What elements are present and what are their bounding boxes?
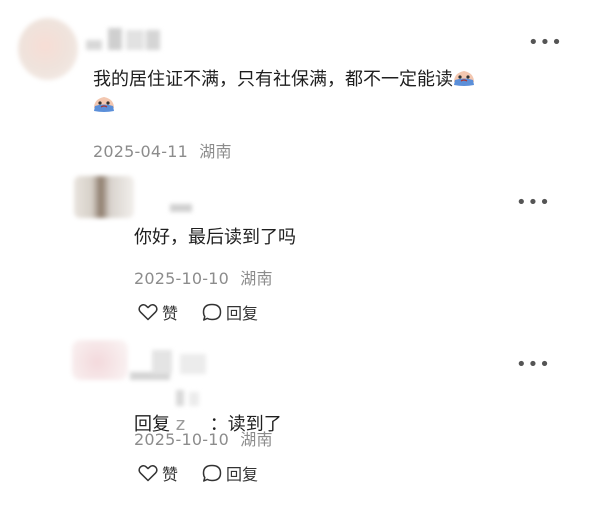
- like-button[interactable]: 赞: [138, 300, 178, 324]
- reply-text: 你好，最后读到了吗: [134, 227, 296, 248]
- comment-text: 我的居住证不满，只有社保满，都不一定能读: [93, 67, 553, 119]
- heart-icon: [138, 303, 158, 321]
- reply-username[interactable]: [170, 204, 192, 212]
- more-dots-icon: •••: [516, 354, 551, 375]
- more-dots-icon: •••: [516, 192, 551, 213]
- reply-date: 2025-10-10: [134, 269, 229, 288]
- username[interactable]: [86, 26, 166, 52]
- crying-face-icon: [454, 71, 474, 86]
- reply-username[interactable]: [130, 350, 210, 380]
- reply-button[interactable]: 回复: [202, 300, 258, 324]
- more-dots-icon: •••: [528, 32, 563, 53]
- reply-avatar[interactable]: [74, 176, 134, 218]
- reply-meta: 2025-10-10 湖南: [134, 265, 273, 289]
- heart-icon: [138, 464, 158, 482]
- reply-meta: 2025-10-10 湖南: [134, 426, 273, 450]
- avatar[interactable]: [18, 18, 78, 80]
- reply-avatar[interactable]: [72, 340, 128, 380]
- crying-face-icon: [94, 97, 114, 112]
- reply-location: 湖南: [240, 269, 273, 288]
- comment-meta: 2025-04-11 湖南: [93, 138, 232, 162]
- like-button[interactable]: 赞: [138, 461, 178, 485]
- reply-label: 回复: [226, 465, 259, 484]
- like-label: 赞: [162, 304, 179, 323]
- more-options-button[interactable]: •••: [528, 34, 563, 52]
- comment-bubble-icon: [202, 303, 222, 321]
- comment-body: 我的居住证不满，只有社保满，都不一定能读: [93, 69, 453, 90]
- more-options-button[interactable]: •••: [516, 356, 551, 374]
- like-label: 赞: [162, 465, 179, 484]
- reply-button[interactable]: 回复: [202, 461, 258, 485]
- comment-bubble-icon: [202, 464, 222, 482]
- reply-date: 2025-10-10: [134, 430, 229, 449]
- reply-location: 湖南: [240, 430, 273, 449]
- more-options-button[interactable]: •••: [516, 194, 551, 212]
- reply-label: 回复: [226, 304, 259, 323]
- comment-date: 2025-04-11: [93, 142, 188, 161]
- comment-location: 湖南: [199, 142, 232, 161]
